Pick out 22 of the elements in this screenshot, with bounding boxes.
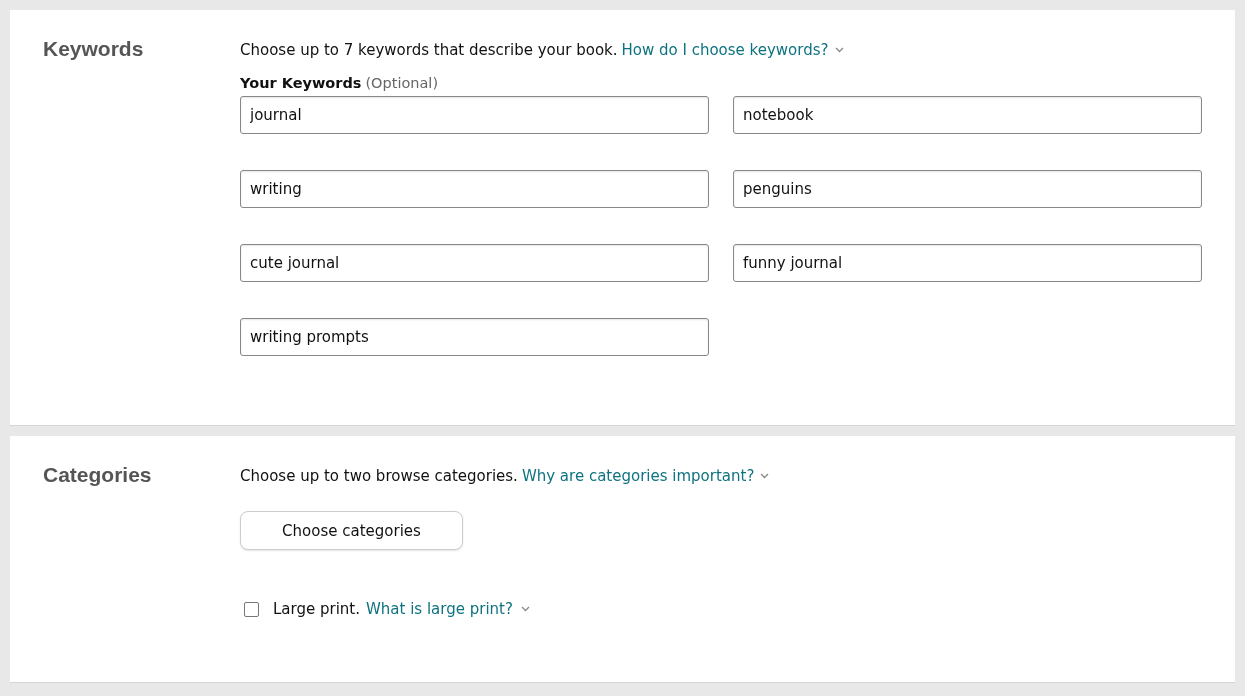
chevron-down-icon — [520, 606, 530, 612]
keyword-input[interactable]: cute journal — [240, 244, 709, 282]
help-link[interactable]: What is large print? — [366, 600, 513, 618]
description-text: Choose up to two browse categories. — [240, 467, 518, 485]
optional-hint: (Optional) — [365, 75, 439, 91]
keyword-input[interactable]: funny journal — [733, 244, 1202, 282]
section-heading: Keywords — [43, 37, 145, 62]
description-text: Choose up to 7 keywords that describe your book. — [240, 41, 618, 59]
section-heading: Categories — [43, 463, 153, 488]
help-link[interactable]: How do I choose keywords? — [621, 41, 829, 59]
help-link[interactable]: Why are categories important? — [521, 467, 755, 485]
checkbox-label: Large print. — [273, 600, 360, 618]
keyword-input[interactable]: writing prompts — [240, 318, 709, 356]
chevron-down-icon — [834, 47, 844, 53]
keyword-input[interactable]: notebook — [733, 96, 1202, 134]
choose-categories-button[interactable]: Choose categories — [240, 511, 463, 550]
keyword-input[interactable]: journal — [240, 96, 709, 134]
keyword-input[interactable]: writing — [240, 170, 709, 208]
checkbox[interactable] — [244, 601, 259, 617]
chevron-down-icon — [760, 473, 770, 479]
field-label: Your Keywords — [240, 75, 362, 91]
keyword-input[interactable]: penguins — [733, 170, 1202, 208]
